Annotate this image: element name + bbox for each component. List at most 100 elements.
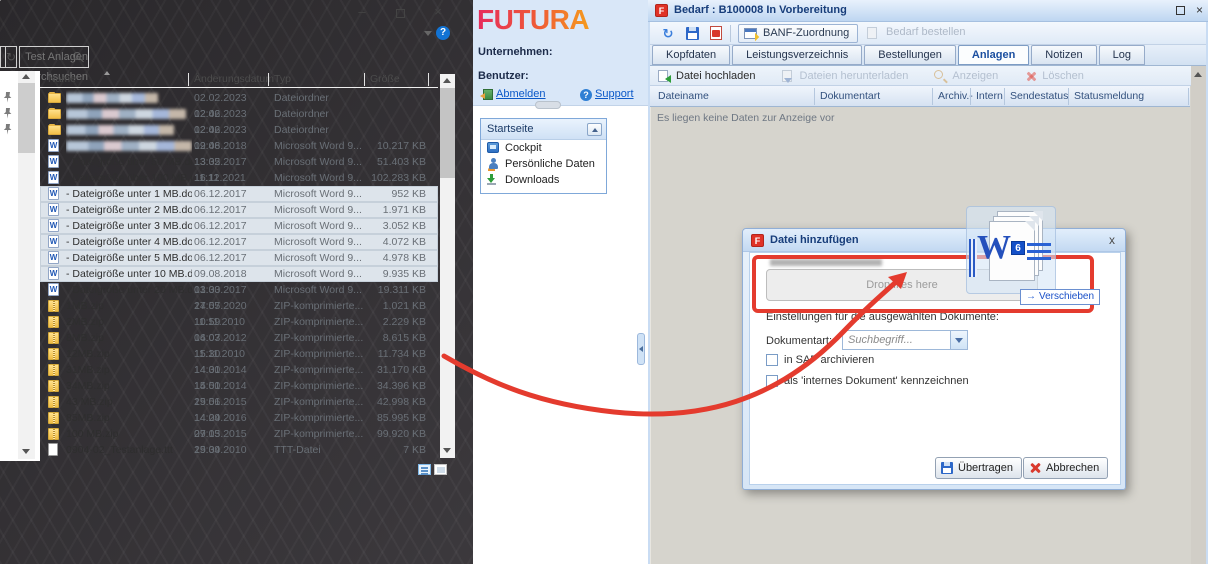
scroll-up-icon[interactable] — [22, 74, 30, 79]
bedarf-titlebar[interactable]: F Bedarf : B100008 In Vorbereitung × — [648, 0, 1208, 22]
file-list-scrollbar[interactable] — [440, 74, 455, 458]
logout-link[interactable]: Abmelden — [496, 88, 546, 100]
column-header-änderungsdatum[interactable]: Änderungsdatum — [194, 73, 274, 85]
internal-doc-row: als 'internes Dokument' kennzeichnen — [766, 375, 969, 388]
file-row[interactable]: 12MB.zip11.11.2010 14:30ZIP-komprimierte… — [40, 346, 438, 362]
dialog-titlebar[interactable]: F Datei hinzufügen x — [743, 229, 1125, 252]
file-row[interactable]: W- Dateigröße unter 3 MB.doc06.12.2017 1… — [40, 218, 438, 234]
action-anzeigen: Anzeigen — [934, 67, 998, 85]
column-header-archiv[interactable]: Archiv.- — [938, 90, 973, 102]
breadcrumb[interactable]: GAEB XML›Test Anlagen — [0, 46, 6, 68]
tab-bestellungen[interactable]: Bestellungen — [864, 45, 956, 65]
sidebar-item-pers-nliche-daten[interactable]: Persönliche Daten — [481, 156, 606, 172]
file-row[interactable]: W- Dateigröße unter 1 MB.doc06.12.2017 1… — [40, 186, 438, 202]
move-arrow-icon: → — [1026, 291, 1036, 302]
minimize-icon[interactable]: – — [345, 1, 379, 25]
file-row[interactable]: 100 MB.zip27.05.2015 15:34ZIP-komprimier… — [40, 426, 438, 442]
column-header-sendestatus[interactable]: Sendestatus — [1010, 90, 1068, 102]
save-icon[interactable] — [686, 27, 699, 40]
pdf-export-icon[interactable] — [710, 26, 722, 40]
file-row[interactable]: W- Dateigröße unter 2 MB.doc06.12.2017 1… — [40, 202, 438, 218]
search-input[interactable]: Test Anlagen durchsuchen — [19, 46, 89, 68]
scroll-down-icon[interactable] — [443, 448, 451, 453]
maximize-icon[interactable] — [383, 1, 417, 25]
chevron-down-icon[interactable] — [950, 331, 967, 349]
panel-collapse-handle[interactable] — [535, 101, 561, 109]
banf-zuordnung-button[interactable]: BANF-Zuordnung — [738, 24, 858, 43]
sidebar-item-cockpit[interactable]: Cockpit — [481, 140, 606, 156]
close-icon[interactable]: × — [421, 1, 455, 25]
uebertragen-button[interactable]: Übertragen — [935, 457, 1022, 479]
sidebar-item-label: Cockpit — [505, 142, 542, 154]
tab-leistungsverzeichnis[interactable]: Leistungsverzeichnis — [732, 45, 862, 65]
scroll-thumb[interactable] — [440, 88, 455, 178]
file-row[interactable]: 1MB.zip24.07.2020 10:59ZIP-komprimierte.… — [40, 298, 438, 314]
column-header-statusmeldung[interactable]: Statusmeldung — [1074, 90, 1144, 102]
scroll-up-icon[interactable] — [443, 78, 451, 83]
tab-log[interactable]: Log — [1099, 45, 1145, 65]
file-row[interactable]: W- Dateigröße unter 10 MB.doc09.08.2018 … — [40, 266, 438, 282]
sap-archive-checkbox[interactable] — [766, 354, 778, 366]
tab-notizen[interactable]: Notizen — [1031, 45, 1096, 65]
file-row[interactable]: 02.02.2023 12:46Dateiordner — [40, 122, 438, 138]
column-header-dateiname[interactable]: Dateiname — [658, 90, 709, 102]
breadcrumb-dropdown-icon[interactable] — [0, 55, 1, 60]
sidebar-item-downloads[interactable]: Downloads — [481, 172, 606, 188]
content-scrollbar[interactable] — [1191, 66, 1206, 564]
file-row[interactable]: W- Dateigröße unter 5 MB.doc06.12.2017 1… — [40, 250, 438, 266]
file-name: - Dateigröße unter 2 MB.doc — [66, 202, 192, 218]
file-name: 31MB.zip — [66, 362, 192, 378]
ribbon-collapse-icon[interactable] — [424, 31, 432, 36]
attachments-table-header[interactable]: Dateiname Dokumentart Archiv.-Intern Sendes… — [650, 86, 1190, 107]
dialog-title: Datei hinzufügen — [770, 234, 859, 246]
file-row[interactable]: 02.02.2023 12:46Dateiordner — [40, 106, 438, 122]
file-row[interactable]: 0904-02_Testanlage.ttt29.09.2010 10:21TT… — [40, 442, 438, 458]
file-row[interactable]: W- Dateigröße über 100 MB.doc16.11.2021 … — [40, 170, 438, 186]
maximize-icon[interactable] — [1176, 6, 1185, 15]
collapse-panel-icon[interactable] — [587, 123, 602, 136]
file-name: - Dateigröße über 100 MB.doc — [66, 170, 192, 186]
tab-anlagen[interactable]: Anlagen — [958, 45, 1029, 65]
internal-doc-checkbox[interactable] — [766, 375, 778, 387]
thumbnail-view-icon[interactable] — [434, 464, 447, 475]
support-link[interactable]: Support — [595, 88, 634, 100]
upload-icon — [658, 70, 668, 82]
nav-scrollbar[interactable] — [18, 71, 35, 459]
help-icon[interactable]: ? — [436, 26, 450, 40]
column-header-typ[interactable]: Typ — [274, 73, 291, 85]
file-row[interactable]: W- Dateigröße über 50 MB.doc13.02.2017 1… — [40, 154, 438, 170]
tab-kopfdaten[interactable]: Kopfdaten — [652, 45, 730, 65]
column-header-intern[interactable]: Intern — [976, 90, 1003, 102]
abbrechen-button[interactable]: Abbrechen — [1023, 457, 1108, 479]
file-row[interactable]: 31MB.zip14.01.2014 15:50ZIP-komprimierte… — [40, 362, 438, 378]
file-row[interactable]: 34MB.zip14.01.2014 15:51ZIP-komprimierte… — [40, 378, 438, 394]
file-row[interactable]: 2MB.zip11.11.2010 14:07ZIP-komprimierte.… — [40, 314, 438, 330]
column-separator — [970, 88, 971, 105]
details-view-icon[interactable] — [418, 464, 431, 475]
sidebar-item-label: Downloads — [505, 174, 559, 186]
column-header-größe[interactable]: Größe — [370, 73, 400, 85]
file-row[interactable]: 8MB.zip06.03.2012 15:30ZIP-komprimierte.… — [40, 330, 438, 346]
close-icon[interactable]: x — [1109, 233, 1115, 247]
column-separator — [428, 73, 429, 86]
file-row[interactable]: 43 MB.zip29.06.2015 14:29ZIP-komprimiert… — [40, 394, 438, 410]
scroll-down-icon[interactable] — [22, 449, 30, 454]
scroll-up-icon[interactable] — [1194, 72, 1202, 77]
file-row[interactable]: W- Dateigröße unter 4 MB.doc06.12.2017 1… — [40, 234, 438, 250]
action-datei-hochladen[interactable]: Datei hochladen — [658, 67, 756, 85]
file-list-header[interactable]: Name ÄnderungsdatumTyp Größe — [40, 71, 438, 88]
file-row[interactable]: 02.02.2023 12:46Dateiordner — [40, 90, 438, 106]
refresh-icon[interactable]: ↻ — [660, 26, 676, 41]
doc-type-combobox[interactable]: Suchbegriff... — [842, 330, 968, 350]
pin-icon — [2, 124, 13, 135]
file-row[interactable]: W- Dateigröße unter 20 MB.doc01.03.2017 … — [40, 282, 438, 298]
column-header-name[interactable]: Name — [48, 73, 76, 85]
file-row[interactable]: 85MB.zip14.04.2016 09:13ZIP-komprimierte… — [40, 410, 438, 426]
splitter-handle[interactable] — [637, 333, 645, 365]
file-row[interactable]: W09.08.2018 13:35Microsoft Word 9...10.2… — [40, 138, 438, 154]
close-icon[interactable]: × — [1196, 3, 1203, 17]
column-header-dokumentart[interactable]: Dokumentart — [820, 90, 880, 102]
breadcrumb-path1[interactable]: GAEB XML — [5, 51, 6, 63]
scroll-thumb[interactable] — [18, 83, 35, 153]
refresh-icon[interactable]: ↻ — [6, 46, 17, 68]
